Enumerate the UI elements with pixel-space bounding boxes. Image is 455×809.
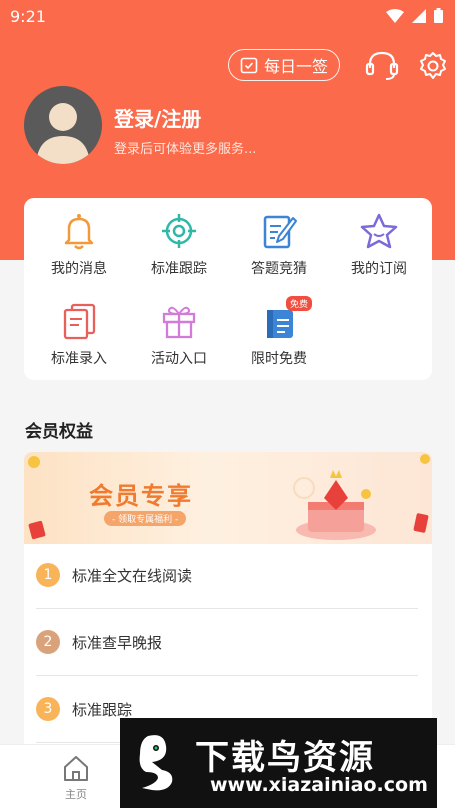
feature-my-messages[interactable]: 我的消息 (28, 210, 130, 278)
red-envelope-icon (413, 513, 429, 533)
banner-title: 会员专享 (89, 482, 193, 510)
banner-subtitle: - 领取专属福利 - (104, 511, 187, 526)
watermark-title: 下载鸟资源 (195, 738, 375, 778)
benefit-number-badge: 3 (36, 697, 60, 721)
feature-label: 限时免费 (251, 351, 307, 367)
avatar[interactable] (24, 86, 102, 164)
benefit-label: 标准跟踪 (72, 700, 133, 719)
benefit-label: 标准全文在线阅读 (72, 566, 193, 585)
star-icon (360, 213, 398, 249)
feature-limited-free[interactable]: 免费 限时免费 (228, 296, 330, 368)
feature-label: 标准跟踪 (151, 261, 207, 277)
benefit-item-2[interactable]: 2 标准查早晚报 (36, 609, 418, 676)
target-icon (162, 214, 196, 248)
bell-icon (64, 214, 94, 250)
watermark-overlay: 下载鸟资源 www.xiazainiao.com (120, 718, 437, 808)
feature-label: 答题竞猜 (251, 261, 307, 277)
feature-grid-card: 我的消息 标准跟踪 答题竞猜 我的订阅 标准录入 活动入口 免费 限时免费 (24, 198, 432, 380)
calendar-check-icon (240, 57, 258, 74)
member-banner[interactable]: 会员专享 - 领取专属福利 - (24, 452, 432, 544)
status-time: 9:21 (10, 7, 46, 26)
wifi-icon (386, 8, 404, 23)
benefit-number-badge: 2 (36, 630, 60, 654)
feature-my-subscriptions[interactable]: 我的订阅 (328, 210, 430, 278)
status-icons (386, 8, 443, 23)
nav-home-label: 主页 (65, 788, 87, 801)
signal-icon (412, 8, 426, 23)
free-tag: 免费 (286, 296, 313, 311)
feature-activity-entry[interactable]: 活动入口 (128, 300, 230, 368)
gear-icon[interactable] (418, 51, 448, 81)
documents-icon (63, 303, 96, 340)
login-subtitle: 登录后可体验更多服务... (114, 142, 257, 157)
member-section-title: 会员权益 (25, 422, 93, 442)
feature-label: 标准录入 (51, 351, 107, 367)
gift-icon (162, 306, 196, 339)
watermark-url: www.xiazainiao.com (210, 774, 428, 796)
coin-icon (420, 454, 430, 464)
login-register-link[interactable]: 登录/注册 (114, 103, 201, 132)
daily-sign-label: 每日一签 (263, 57, 328, 76)
headset-icon[interactable] (364, 48, 400, 82)
daily-sign-button[interactable]: 每日一签 (228, 49, 340, 81)
battery-icon (434, 8, 443, 23)
feature-standard-entry[interactable]: 标准录入 (28, 300, 130, 368)
red-envelope-icon (28, 520, 46, 540)
coin-icon (28, 456, 40, 468)
feature-label: 我的消息 (51, 261, 107, 277)
default-avatar-icon (36, 103, 90, 164)
feature-quiz[interactable]: 答题竞猜 (228, 210, 330, 278)
status-bar: 9:21 (0, 0, 455, 32)
benefit-label: 标准查早晚报 (72, 633, 163, 652)
feature-standard-tracking[interactable]: 标准跟踪 (128, 210, 230, 278)
member-benefits-card: 会员专享 - 领取专属福利 - 1 标准全文在线阅读 2 标准查早晚报 3 标准… (24, 452, 432, 752)
quiz-edit-icon (263, 215, 297, 249)
gift-box-illustration (293, 470, 376, 540)
nav-home[interactable]: 主页 (52, 753, 100, 802)
home-icon (64, 756, 88, 781)
bird-logo-icon (139, 735, 173, 791)
feature-label: 活动入口 (151, 351, 207, 367)
benefit-number-badge: 1 (36, 563, 60, 587)
benefit-item-1[interactable]: 1 标准全文在线阅读 (36, 542, 418, 609)
feature-label: 我的订阅 (351, 261, 407, 277)
